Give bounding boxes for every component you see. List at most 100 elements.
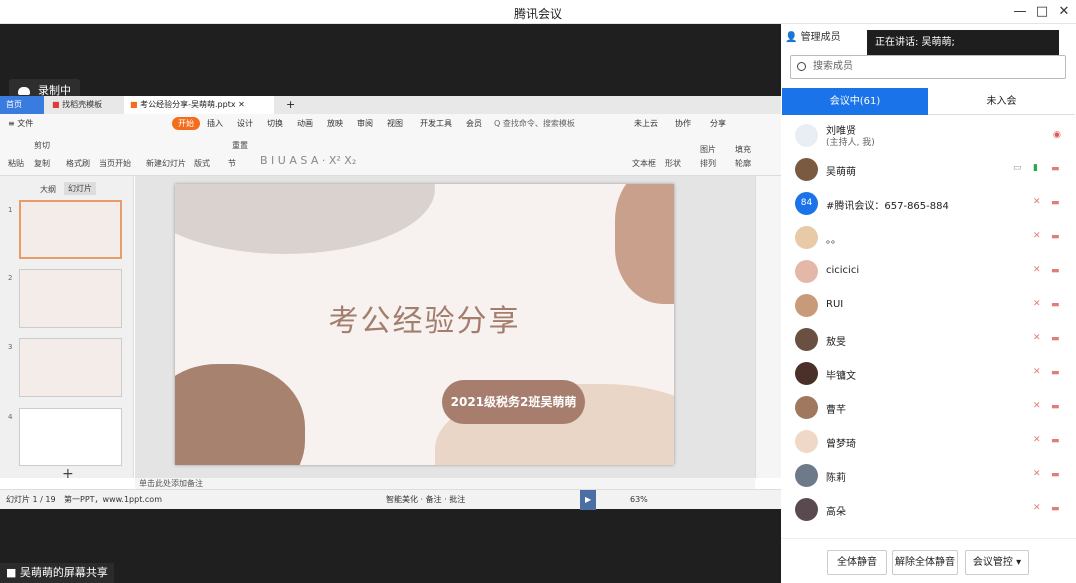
slide-thumbnail[interactable] <box>19 338 122 397</box>
tab-not-joined[interactable]: 未入会 <box>928 88 1075 115</box>
new-tab-button[interactable]: + <box>280 96 301 114</box>
camera-off-icon[interactable]: ▬ <box>1051 402 1063 412</box>
slide-thumbnail[interactable] <box>19 408 122 466</box>
mic-off-icon[interactable]: ✕ <box>1033 231 1042 242</box>
notes-area[interactable]: 单击此处添加备注 <box>135 478 755 489</box>
search-command-input[interactable]: Q 查找命令、搜索模板 <box>494 118 575 129</box>
tab-template[interactable]: ■ 找稻壳模板 <box>46 96 108 114</box>
slide-subtitle[interactable]: 2021级税务2班吴萌萌 <box>442 380 585 424</box>
menu-slideshow[interactable]: 放映 <box>327 118 343 129</box>
zoom-level[interactable]: 63% <box>630 490 648 510</box>
new-slide-button[interactable]: 新建幻灯片 <box>146 158 186 169</box>
tab-home[interactable]: 首页 <box>0 96 44 114</box>
shape-button[interactable]: 形状 <box>665 158 681 169</box>
mic-off-icon[interactable]: ✕ <box>1033 367 1042 378</box>
mute-all-button[interactable]: 全体静音 <box>827 550 887 575</box>
section-button[interactable]: 节 <box>228 158 236 169</box>
play-icon[interactable]: ▶ <box>580 490 597 510</box>
tab-document[interactable]: ■ 考公经验分享-吴萌萌.pptx ✕ <box>124 96 274 114</box>
mic-off-icon[interactable]: ✕ <box>1033 197 1042 208</box>
current-slide[interactable]: 考公经验分享 2021级税务2班吴萌萌 <box>175 184 674 465</box>
menu-animation[interactable]: 动画 <box>297 118 313 129</box>
camera-off-icon[interactable]: ▬ <box>1051 504 1063 514</box>
camera-off-icon[interactable]: ▬ <box>1051 266 1063 276</box>
camera-off-icon[interactable]: ▬ <box>1051 198 1063 208</box>
mic-off-icon[interactable]: ✕ <box>1033 333 1042 344</box>
mic-off-icon[interactable]: ✕ <box>1033 503 1042 514</box>
maximize-button[interactable]: □ <box>1032 3 1052 21</box>
fill-button[interactable]: 填充 <box>735 144 751 155</box>
layout-button[interactable]: 版式 <box>194 158 210 169</box>
outline-button[interactable]: 轮廓 <box>735 158 751 169</box>
tab-in-meeting[interactable]: 会议中(61) <box>782 88 928 115</box>
menu-developer[interactable]: 开发工具 <box>420 118 452 129</box>
menu-view[interactable]: 视图 <box>387 118 403 129</box>
member-row[interactable]: 曾梦琦 ✕ ▬ <box>781 424 1076 458</box>
member-row[interactable]: RUI ✕ ▬ <box>781 288 1076 322</box>
font-format-icons[interactable]: B I U A S A · X² X₂ <box>260 154 356 167</box>
unmute-all-button[interactable]: 解除全体静音 <box>892 550 958 575</box>
meeting-control-button[interactable]: 会议管控 ▾ <box>965 550 1029 575</box>
member-row[interactable]: 陈莉 ✕ ▬ <box>781 458 1076 492</box>
paste-button[interactable]: 粘贴 <box>8 158 24 169</box>
camera-off-icon[interactable]: ▬ <box>1051 164 1063 174</box>
menu-collab[interactable]: 协作 <box>675 118 691 129</box>
member-row[interactable]: 刘唯贤 (主持人, 我) ◉ <box>781 118 1076 152</box>
member-row[interactable]: 敖旻 ✕ ▬ <box>781 322 1076 356</box>
menu-share[interactable]: 分享 <box>710 118 726 129</box>
mic-off-icon[interactable]: ✕ <box>1033 469 1042 480</box>
mic-off-icon[interactable]: ✕ <box>1033 299 1042 310</box>
add-slide-button[interactable]: + <box>62 466 74 482</box>
minimize-button[interactable]: — <box>1010 3 1030 21</box>
menu-transition[interactable]: 切换 <box>267 118 283 129</box>
search-input[interactable]: 搜索成员 <box>790 55 1066 79</box>
slide-thumbnail[interactable] <box>19 269 122 328</box>
camera-off-icon[interactable]: ▬ <box>1051 232 1063 242</box>
decor-shape <box>615 184 674 304</box>
ppt-icon: ■ <box>130 100 138 109</box>
reset-button[interactable]: 重置 <box>232 140 248 151</box>
member-name: #腾讯会议：657-865-884 <box>826 201 949 212</box>
slide-thumbnail[interactable] <box>19 200 122 259</box>
avatar <box>795 498 818 521</box>
camera-off-icon[interactable]: ▬ <box>1051 300 1063 310</box>
eye-icon[interactable]: ◉ <box>1053 130 1065 140</box>
member-row[interactable]: 吴萌萌 ▭ ▮ ▬ <box>781 152 1076 186</box>
mic-on-icon[interactable]: ▮ <box>1033 163 1042 174</box>
slide-title[interactable]: 考公经验分享 <box>175 296 674 340</box>
camera-off-icon[interactable]: ▬ <box>1051 436 1063 446</box>
menu-file[interactable]: ≡ 文件 <box>8 118 33 129</box>
slide-number: 1 <box>8 206 13 214</box>
member-row[interactable]: 。。 ✕ ▬ <box>781 220 1076 254</box>
play-from-current-button[interactable]: 当页开始 <box>99 158 131 169</box>
camera-off-icon[interactable]: ▬ <box>1051 334 1063 344</box>
textbox-button[interactable]: 文本框 <box>632 158 656 169</box>
menu-member[interactable]: 会员 <box>466 118 482 129</box>
arrange-button[interactable]: 排列 <box>700 158 716 169</box>
wps-logo-icon: ■ <box>52 100 60 109</box>
member-row[interactable]: cicicici ✕ ▬ <box>781 254 1076 288</box>
member-row[interactable]: 曹芊 ✕ ▬ <box>781 390 1076 424</box>
menu-cloud[interactable]: 未上云 <box>634 118 658 129</box>
slides-tab[interactable]: 幻灯片 <box>64 182 96 195</box>
menu-design[interactable]: 设计 <box>237 118 253 129</box>
menu-insert[interactable]: 插入 <box>207 118 223 129</box>
camera-off-icon[interactable]: ▬ <box>1051 368 1063 378</box>
member-row[interactable]: 毕镛文 ✕ ▬ <box>781 356 1076 390</box>
side-tool-bar[interactable] <box>755 176 781 478</box>
mic-off-icon[interactable]: ✕ <box>1033 435 1042 446</box>
menu-start[interactable]: 开始 <box>172 117 200 130</box>
format-painter-button[interactable]: 格式刷 <box>66 158 90 169</box>
member-row[interactable]: 84 #腾讯会议：657-865-884 ✕ ▬ <box>781 186 1076 220</box>
copy-button[interactable]: 复制 <box>34 158 50 169</box>
camera-off-icon[interactable]: ▬ <box>1051 470 1063 480</box>
picture-button[interactable]: 图片 <box>700 144 716 155</box>
member-row[interactable]: 高朵 ✕ ▬ <box>781 492 1076 526</box>
menu-review[interactable]: 审阅 <box>357 118 373 129</box>
outline-tab[interactable]: 大纲 <box>40 184 56 195</box>
mic-off-icon[interactable]: ✕ <box>1033 401 1042 412</box>
cut-button[interactable]: 剪切 <box>34 140 50 151</box>
close-button[interactable]: ✕ <box>1054 3 1074 21</box>
status-tools[interactable]: 智能美化 · 备注 · 批注 <box>386 490 465 510</box>
mic-off-icon[interactable]: ✕ <box>1033 265 1042 276</box>
